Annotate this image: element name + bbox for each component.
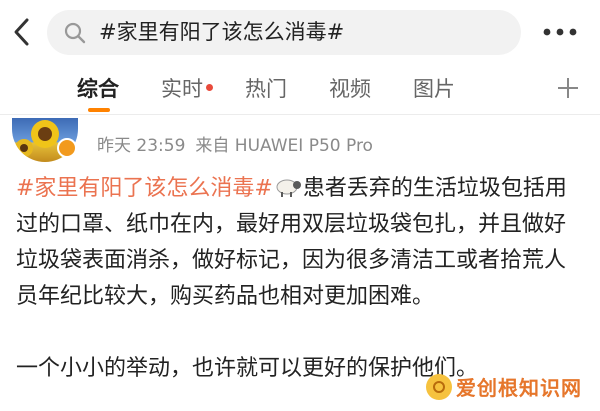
post-time: 昨天 23:59 [97, 136, 186, 156]
watermark: 爱创根知识网 [426, 372, 582, 401]
tab-realtime[interactable]: 实时 [161, 64, 203, 114]
sheep-emoji-icon [276, 179, 301, 197]
tab-comprehensive[interactable]: 综合 [77, 64, 119, 114]
active-tab-indicator [88, 108, 110, 112]
watermark-text: 爱创根知识网 [456, 376, 582, 400]
back-button[interactable] [9, 17, 35, 47]
tabs-divider [0, 114, 600, 115]
search-tabs: 综合 实时 热门 视频 图片 [0, 64, 600, 114]
hashtag-link[interactable]: #家里有阳了该怎么消毒# [16, 176, 273, 201]
top-bar: #家里有阳了该怎么消毒# [0, 0, 600, 64]
tab-video[interactable]: 视频 [329, 64, 371, 114]
tab-hot[interactable]: 热门 [245, 64, 287, 114]
plus-icon[interactable] [556, 76, 580, 100]
post-body: #家里有阳了该怎么消毒# 患者丢弃的生活垃圾包括用过的口罩、纸巾在内，最好用双层… [16, 171, 584, 387]
post-source: 来自 HUAWEI P50 Pro [195, 136, 373, 156]
tab-pictures[interactable]: 图片 [413, 64, 455, 114]
post-paragraph-1: #家里有阳了该怎么消毒# 患者丢弃的生活垃圾包括用过的口罩、纸巾在内，最好用双层… [16, 171, 584, 315]
more-dots-icon [543, 28, 577, 36]
verified-badge-icon [57, 138, 77, 158]
chevron-left-icon [14, 18, 29, 46]
post-meta: 昨天 23:59 来自 HUAWEI P50 Pro [97, 133, 383, 159]
search-input[interactable]: #家里有阳了该怎么消毒# [47, 10, 521, 55]
watermark-logo-icon [426, 373, 452, 400]
more-button[interactable] [540, 20, 580, 44]
search-icon [64, 22, 86, 44]
unread-dot [206, 84, 213, 91]
weibo-search-screen: #家里有阳了该怎么消毒# 综合 实时 热门 视频 图片 昨天 23:59 来自 … [0, 0, 600, 411]
search-query-text: #家里有阳了该怎么消毒# [99, 20, 345, 44]
